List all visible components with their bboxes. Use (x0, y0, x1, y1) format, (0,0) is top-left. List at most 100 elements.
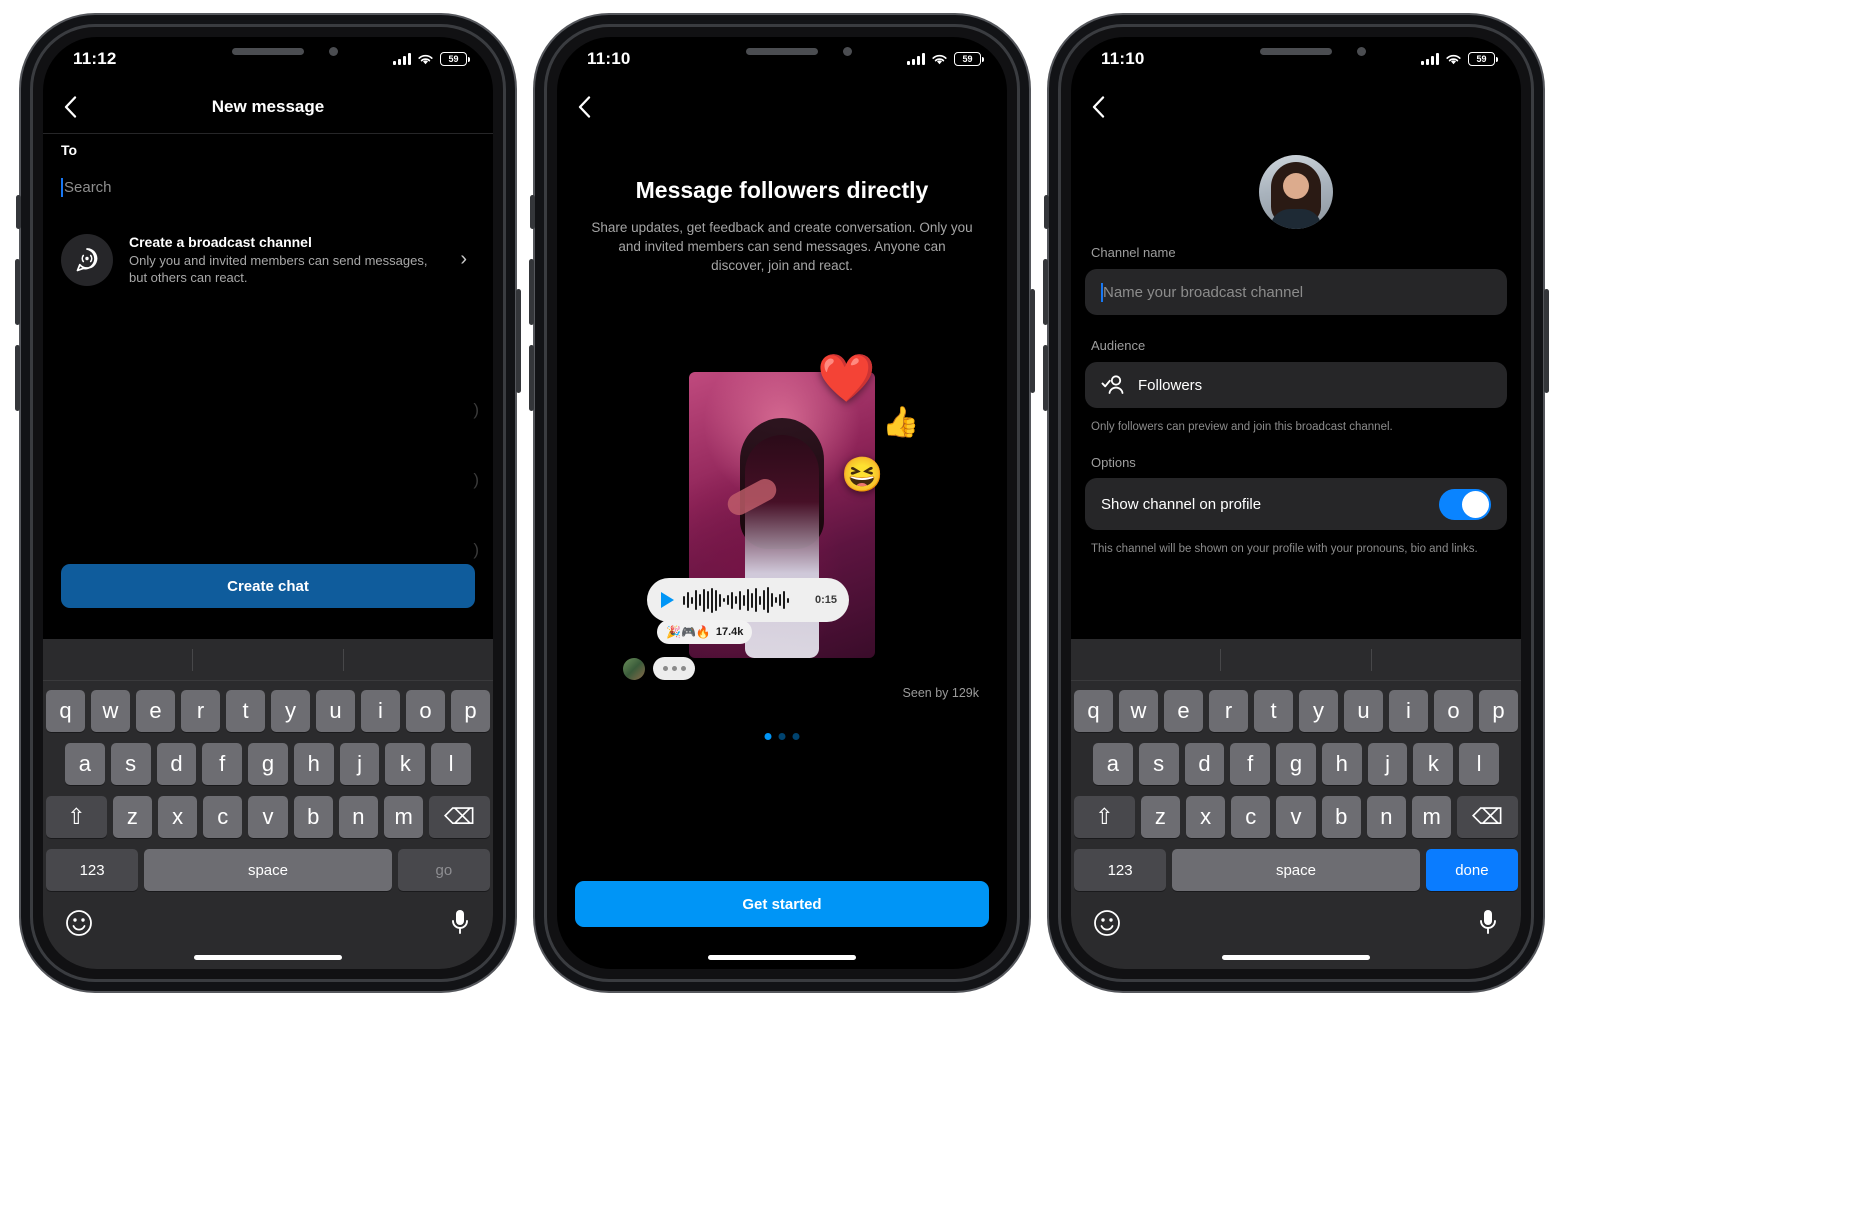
key-x[interactable]: x (157, 796, 198, 838)
key-h[interactable]: h (1321, 743, 1362, 785)
microphone-icon[interactable] (1477, 908, 1499, 938)
back-button-3[interactable] (1071, 96, 1125, 118)
key-v[interactable]: v (1276, 796, 1316, 838)
channel-name-input[interactable]: Name your broadcast channel (1085, 269, 1507, 315)
key-z[interactable]: z (112, 796, 152, 838)
key-x[interactable]: x (1185, 796, 1226, 838)
emoji-icon[interactable] (65, 909, 93, 937)
key-t[interactable]: t (1254, 690, 1293, 732)
key-y[interactable]: y (1299, 690, 1338, 732)
shift-key[interactable]: ⇧ (46, 796, 107, 838)
key-p[interactable]: p (1479, 690, 1518, 732)
space-key[interactable]: space (1172, 849, 1420, 891)
go-key[interactable]: go (397, 849, 490, 891)
numbers-key[interactable]: 123 (1074, 849, 1167, 891)
get-started-button[interactable]: Get started (575, 881, 989, 927)
key-a[interactable]: a (1092, 743, 1133, 785)
key-l[interactable]: l (1459, 743, 1500, 785)
search-input[interactable]: Search (61, 172, 475, 202)
prediction-bar[interactable] (1071, 639, 1521, 681)
silent-switch[interactable] (530, 195, 535, 229)
volume-up-button[interactable] (529, 259, 534, 325)
create-chat-button[interactable]: Create chat (61, 564, 475, 608)
volume-down-button[interactable] (15, 345, 20, 411)
key-i[interactable]: i (361, 690, 400, 732)
key-g[interactable]: g (1276, 743, 1316, 785)
key-f[interactable]: f (1230, 743, 1271, 785)
backspace-key[interactable]: ⌫ (429, 796, 490, 838)
key-e[interactable]: e (136, 690, 175, 732)
numbers-key[interactable]: 123 (46, 849, 139, 891)
key-y[interactable]: y (271, 690, 310, 732)
key-r[interactable]: r (1209, 690, 1248, 732)
volume-up-button[interactable] (1043, 259, 1048, 325)
key-q[interactable]: q (1074, 690, 1113, 732)
key-c[interactable]: c (203, 796, 243, 838)
key-d[interactable]: d (156, 743, 197, 785)
key-s[interactable]: s (110, 743, 151, 785)
page-dot[interactable] (792, 733, 800, 740)
power-button[interactable] (1030, 289, 1035, 393)
volume-down-button[interactable] (529, 345, 534, 411)
space-key[interactable]: space (144, 849, 392, 891)
key-z[interactable]: z (1140, 796, 1180, 838)
silent-switch[interactable] (1044, 195, 1049, 229)
key-b[interactable]: b (293, 796, 333, 838)
key-k[interactable]: k (1413, 743, 1454, 785)
key-n[interactable]: n (1366, 796, 1406, 838)
key-w[interactable]: w (1119, 690, 1158, 732)
page-dot[interactable] (778, 733, 786, 740)
key-j[interactable]: j (339, 743, 380, 785)
key-q[interactable]: q (46, 690, 85, 732)
page-indicator[interactable] (764, 733, 800, 740)
power-button[interactable] (516, 289, 521, 393)
key-u[interactable]: u (316, 690, 355, 732)
key-m[interactable]: m (384, 796, 424, 838)
home-indicator[interactable] (708, 955, 856, 960)
voice-message-bubble[interactable]: 0:15 (647, 578, 849, 622)
home-indicator[interactable] (1222, 955, 1370, 960)
key-p[interactable]: p (451, 690, 490, 732)
key-m[interactable]: m (1412, 796, 1452, 838)
play-icon[interactable] (661, 592, 674, 608)
key-g[interactable]: g (248, 743, 288, 785)
key-l[interactable]: l (431, 743, 472, 785)
home-indicator[interactable] (194, 955, 342, 960)
key-o[interactable]: o (1434, 690, 1473, 732)
key-s[interactable]: s (1138, 743, 1179, 785)
key-v[interactable]: v (248, 796, 288, 838)
emoji-icon[interactable] (1093, 909, 1121, 937)
key-k[interactable]: k (385, 743, 426, 785)
key-d[interactable]: d (1184, 743, 1225, 785)
key-f[interactable]: f (202, 743, 243, 785)
backspace-key[interactable]: ⌫ (1457, 796, 1518, 838)
volume-down-button[interactable] (1043, 345, 1048, 411)
page-dot-active[interactable] (764, 733, 772, 740)
reaction-count-pill[interactable]: 🎉🎮🔥 17.4k (657, 620, 753, 644)
profile-avatar[interactable] (1259, 155, 1333, 229)
key-j[interactable]: j (1367, 743, 1408, 785)
silent-switch[interactable] (16, 195, 21, 229)
key-n[interactable]: n (338, 796, 378, 838)
key-o[interactable]: o (406, 690, 445, 732)
done-key[interactable]: done (1425, 849, 1518, 891)
key-i[interactable]: i (1389, 690, 1428, 732)
audience-selector[interactable]: Followers (1085, 362, 1507, 408)
key-e[interactable]: e (1164, 690, 1203, 732)
shift-key[interactable]: ⇧ (1074, 796, 1135, 838)
key-c[interactable]: c (1231, 796, 1271, 838)
power-button[interactable] (1544, 289, 1549, 393)
key-r[interactable]: r (181, 690, 220, 732)
volume-up-button[interactable] (15, 259, 20, 325)
key-h[interactable]: h (293, 743, 334, 785)
key-b[interactable]: b (1321, 796, 1361, 838)
key-u[interactable]: u (1344, 690, 1383, 732)
key-t[interactable]: t (226, 690, 265, 732)
show-channel-on-profile-row[interactable]: Show channel on profile (1085, 478, 1507, 530)
show-channel-toggle[interactable] (1439, 488, 1491, 520)
back-button-2[interactable] (557, 96, 611, 118)
microphone-icon[interactable] (449, 908, 471, 938)
key-w[interactable]: w (91, 690, 130, 732)
create-broadcast-channel-row[interactable]: Create a broadcast channel Only you and … (57, 229, 479, 291)
key-a[interactable]: a (64, 743, 105, 785)
